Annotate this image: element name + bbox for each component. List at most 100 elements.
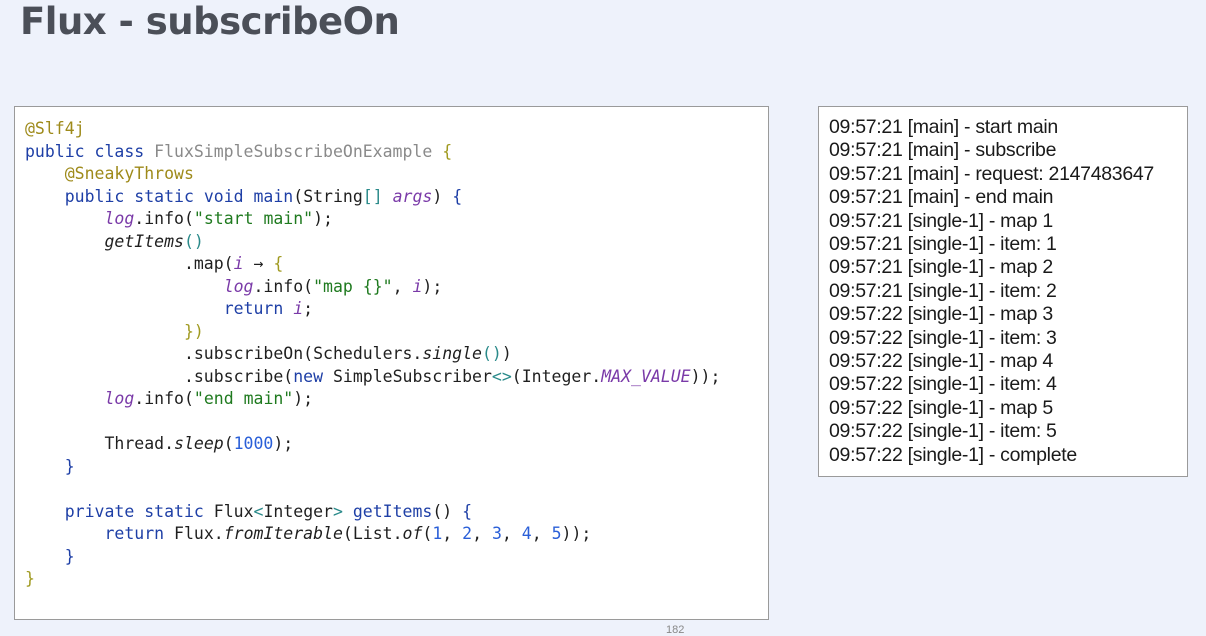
- code-token: "map {}": [313, 276, 393, 296]
- code-token: {: [442, 141, 453, 161]
- code-token: Flux: [213, 501, 254, 521]
- code-token: i: [412, 276, 423, 296]
- code-token: i: [293, 299, 304, 318]
- code-token: i: [233, 254, 244, 273]
- code-token: 2: [462, 524, 473, 543]
- code-token: (: [422, 524, 433, 543]
- code-token: {: [452, 186, 463, 206]
- log-line: 09:57:21 [main] - end main: [829, 186, 1054, 209]
- code-token: Thread.: [25, 434, 175, 453]
- code-token: @Slf4j: [25, 119, 85, 138]
- log-line: 09:57:22 [single-1] - item: 4: [829, 373, 1057, 396]
- code-token: main: [253, 186, 294, 206]
- code-line: .map(i → {: [25, 253, 720, 276]
- code-line: private static Flux<Integer> getItems() …: [25, 501, 720, 524]
- code-token: .info(: [134, 389, 194, 408]
- code-token: .subscribe(: [25, 366, 294, 386]
- code-line: public class FluxSimpleSubscribeOnExampl…: [25, 141, 720, 164]
- code-token: (): [432, 501, 463, 521]
- log-line: 09:57:22 [single-1] - complete: [829, 443, 1077, 466]
- code-token: ));: [690, 366, 721, 386]
- code-line: }: [25, 568, 720, 591]
- code-token: ));: [561, 524, 592, 543]
- code-token: );: [422, 276, 443, 296]
- code-token: 5: [551, 524, 562, 543]
- code-token: getItems: [352, 501, 433, 521]
- code-token: getItems: [104, 231, 184, 251]
- code-token: sleep: [174, 434, 224, 453]
- code-token: 1: [432, 524, 443, 543]
- log-line: 09:57:21 [single-1] - item: 1: [829, 233, 1057, 256]
- code-token: →: [243, 254, 274, 273]
- code-line: log.info("end main");: [25, 388, 720, 411]
- code-line: Thread.sleep(1000);: [25, 433, 720, 456]
- code-token: 3: [491, 524, 502, 543]
- code-line: public static void main(String[] args) {: [25, 186, 720, 209]
- code-token: (List.: [342, 524, 403, 543]
- log-line: 09:57:22 [single-1] - map 4: [829, 350, 1053, 373]
- code-line: .subscribe(new SimpleSubscriber<>(Intege…: [25, 366, 720, 389]
- log-line: 09:57:21 [main] - subscribe: [829, 139, 1057, 162]
- code-token: "start main": [193, 209, 314, 228]
- code-token: (): [183, 231, 204, 251]
- code-token: {: [273, 254, 284, 273]
- code-line: getItems(): [25, 231, 720, 254]
- code-line: log.info("map {}", i);: [25, 276, 720, 299]
- code-line: }): [25, 321, 720, 344]
- code-token: single: [422, 344, 482, 363]
- log-line: 09:57:22 [single-1] - map 5: [829, 396, 1053, 419]
- code-panel: @Slf4j public class FluxSimpleSubscribeOn…: [14, 106, 769, 620]
- code-token: log: [223, 276, 254, 296]
- code-token: fromIterable: [223, 524, 343, 543]
- code-token: []: [362, 186, 383, 206]
- log-line: 09:57:21 [main] - start main: [829, 116, 1058, 138]
- code-token: (): [481, 344, 502, 363]
- code-token: String: [303, 186, 363, 206]
- log-line: 09:57:21 [single-1] - map 1: [829, 209, 1053, 232]
- log-line: 09:57:21 [single-1] - item: 2: [829, 279, 1057, 302]
- code-token: MAX_VALUE: [601, 366, 691, 386]
- code-token: .map(: [25, 254, 234, 273]
- code-token: new: [293, 366, 333, 386]
- log-output-panel: 09:57:21 [main] - start main 09:57:21 [ma…: [818, 106, 1188, 477]
- code-token: (: [223, 434, 234, 453]
- log-line: 09:57:22 [single-1] - map 3: [829, 303, 1053, 326]
- code-token: log: [104, 389, 135, 408]
- code-line: @Slf4j: [25, 118, 720, 141]
- code-token: <>: [491, 366, 512, 386]
- code-token: .info(: [253, 276, 314, 296]
- code-token: private static: [64, 501, 214, 521]
- code-line: .subscribeOn(Schedulers.single()): [25, 343, 720, 366]
- log-output-list: 09:57:21 [main] - start main 09:57:21 [ma…: [829, 116, 1154, 467]
- code-token: (: [293, 186, 304, 206]
- code-token: >: [333, 501, 343, 521]
- log-line: 09:57:22 [single-1] - item: 3: [829, 326, 1057, 349]
- code-line: }: [25, 456, 720, 479]
- code-line: }: [25, 546, 720, 569]
- code-line: return Flux.fromIterable(List.of(1, 2, 3…: [25, 523, 720, 546]
- code-token: );: [313, 209, 333, 228]
- code-block: @Slf4j public class FluxSimpleSubscribeOn…: [25, 118, 720, 591]
- code-token: ,: [472, 524, 492, 543]
- log-line: 09:57:21 [single-1] - map 2: [829, 256, 1053, 279]
- code-token: ,: [392, 276, 413, 296]
- code-token: (Integer.: [511, 366, 602, 386]
- log-line: 09:57:22 [single-1] - item: 5: [829, 420, 1057, 443]
- page-number: 182: [666, 624, 685, 636]
- code-token: 4: [521, 524, 532, 543]
- code-token: Flux.: [174, 524, 224, 543]
- code-token: ,: [442, 524, 463, 543]
